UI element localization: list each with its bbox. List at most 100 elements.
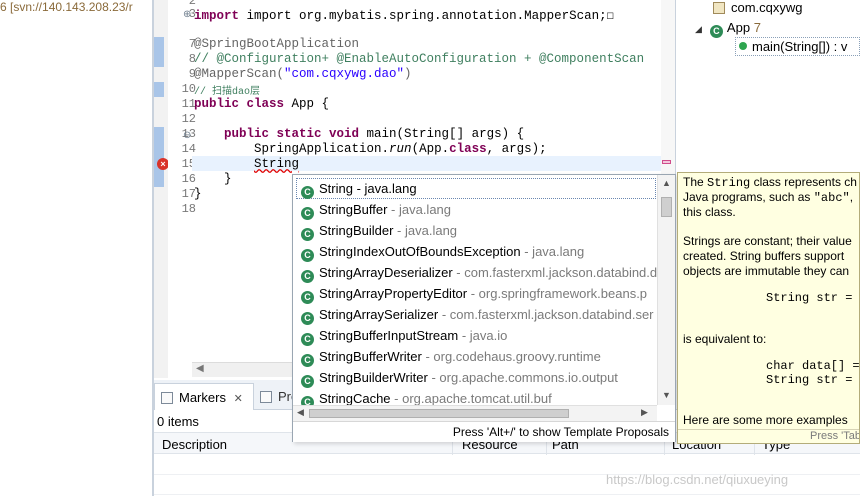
line-number: 7 (188, 37, 196, 51)
class-icon: C (301, 249, 314, 262)
proposal-name: StringBufferWriter (319, 349, 422, 364)
typed-text-error: String (254, 157, 300, 171)
method-signature: main(String[]) : v (752, 39, 848, 54)
scroll-right-icon[interactable]: ▶ (641, 407, 648, 418)
proposal-item[interactable]: C StringBuffer - java.lang (301, 199, 657, 220)
line-number: 3 (188, 7, 196, 21)
column-description[interactable]: Description (162, 437, 227, 452)
code-line-class-decl: public class App { (194, 97, 329, 111)
public-method-icon (739, 42, 747, 50)
proposal-package: - java.lang (393, 223, 458, 238)
line-number-gutter: 2 3 7 8 9 10 11 12 13 14 15 16 17 18 (168, 0, 196, 378)
doc-code: "abc" (813, 191, 850, 205)
proposal-package: - java.lang (387, 202, 452, 217)
proposal-list[interactable]: C String - java.lang C StringBuffer - java… (293, 175, 657, 421)
proposal-item[interactable]: C StringBufferInputStream - java.io (301, 325, 657, 346)
svn-path-label: 6 [svn://140.143.208.23/r (0, 0, 133, 14)
scroll-left-icon[interactable]: ◀ (297, 407, 304, 418)
proposal-item[interactable]: C StringBuilderWriter - org.apache.common… (301, 367, 657, 388)
brace: } (224, 172, 232, 186)
doc-text: Java programs, such as (683, 190, 814, 204)
code-line-current[interactable]: String (194, 157, 299, 171)
tab-markers-label: Markers (179, 390, 226, 405)
scroll-down-icon[interactable]: ▼ (662, 390, 671, 400)
code-line-main-decl: public static void main(String[] args) { (194, 127, 524, 141)
javadoc-line: Strings are constant; their value (683, 234, 852, 248)
javadoc-line: this class. (683, 205, 736, 219)
line-number: 16 (181, 172, 196, 186)
doc-text: , (849, 190, 854, 204)
proposal-horizontal-scrollbar[interactable]: ◀ ▶ (293, 405, 657, 421)
proposal-item[interactable]: C StringIndexOutOfBoundsException - java.… (301, 241, 657, 262)
proposal-item[interactable]: C StringArraySerializer - com.fasterxml.j… (301, 304, 657, 325)
close-icon[interactable]: ✕ (234, 393, 243, 405)
code-line-run: SpringApplication.run(App.class, args); (194, 142, 547, 156)
run-method: run (389, 142, 412, 156)
line-number: 17 (181, 187, 196, 201)
line-number: 10 (181, 82, 196, 96)
keyword: class (449, 142, 487, 156)
proposal-item[interactable]: C StringBufferWriter - org.codehaus.groov… (301, 346, 657, 367)
proposal-item[interactable]: C StringArrayDeserializer - com.fasterxml… (301, 262, 657, 283)
class-icon: C (301, 270, 314, 283)
class-decl-text: App { (284, 97, 330, 111)
proposal-item[interactable]: C String - java.lang (301, 178, 657, 199)
line-number: 14 (181, 142, 196, 156)
scrollbar-thumb[interactable] (661, 197, 672, 217)
proposal-package: - java.lang (520, 244, 585, 259)
class-icon: C (301, 207, 314, 220)
class-icon: C (301, 312, 314, 325)
content-assist-popup[interactable]: C String - java.lang C StringBuffer - java… (292, 174, 676, 442)
class-icon: C (301, 186, 314, 199)
outline-package[interactable]: com.cqxywg (713, 0, 803, 15)
line-number: 9 (188, 67, 196, 81)
scroll-left-icon[interactable]: ◀ (196, 363, 204, 374)
scroll-up-icon[interactable]: ▲ (662, 178, 671, 188)
package-name: com.cqxywg (731, 0, 803, 15)
line-number: 12 (181, 112, 196, 126)
code-line-comment: // @Configuration+ @EnableAutoConfigurat… (194, 52, 645, 66)
outline-class[interactable]: ◢ C App 7 (695, 20, 761, 38)
proposal-package: - org.apache.tomcat.util.buf (390, 391, 552, 406)
class-icon: C (301, 228, 314, 241)
javadoc-hover[interactable]: The String class represents ch Java prog… (677, 172, 860, 444)
code-line-annotation: @SpringBootApplication (194, 37, 360, 51)
proposal-name: StringBufferInputStream (319, 328, 459, 343)
change-marker (154, 82, 164, 97)
annotation-close: ) (404, 67, 412, 81)
outline-view: com.cqxywg ◢ C App 7 main(String[]) : v (677, 0, 860, 172)
proposal-name: StringArraySerializer (319, 307, 439, 322)
string-literal: "com.cqxywg.dao" (284, 67, 405, 81)
proposal-item[interactable]: C StringBuilder - java.lang (301, 220, 657, 241)
javadoc-line: is equivalent to: (683, 332, 767, 346)
package-icon (713, 2, 725, 14)
class-icon: C (301, 375, 314, 388)
proposal-item[interactable]: C StringArrayPropertyEditor - org.springf… (301, 283, 657, 304)
proposal-name: StringBuilder (319, 223, 394, 238)
tab-markers[interactable]: Markers ✕ (154, 383, 254, 410)
error-overview-mark[interactable] (662, 160, 671, 164)
javadoc-code: char data[] = (766, 359, 860, 373)
change-marker (154, 37, 164, 67)
javadoc-line: Here are some more examples (683, 413, 848, 427)
run-mid: (App. (411, 142, 450, 156)
proposal-name: StringCache (319, 391, 391, 406)
line-number: 13 (181, 127, 196, 141)
main-decl-text: main(String[] args) { (359, 127, 525, 141)
code-line-import: import import org.mybatis.spring.annotat… (194, 7, 614, 23)
items-count: 0 items (157, 414, 199, 429)
fold-expand-icon[interactable]: ⊕ (183, 9, 191, 20)
proposal-package: - java.io (458, 328, 508, 343)
keyword: public class (194, 97, 285, 111)
markers-icon (161, 392, 173, 404)
proposal-vertical-scrollbar[interactable]: ▲ ▼ (657, 175, 675, 405)
javadoc-line: The String class represents ch (683, 175, 857, 191)
outline-method[interactable]: main(String[]) : v (739, 39, 847, 54)
class-icon: C (301, 291, 314, 304)
proposal-name: StringArrayPropertyEditor (319, 286, 468, 301)
fold-collapse-icon[interactable]: ⊖ (183, 130, 191, 141)
proposal-name: StringArrayDeserializer (319, 265, 453, 280)
proposal-package: - com.fasterxml.jackson.databind.d (452, 265, 657, 280)
scrollbar-thumb[interactable] (309, 409, 569, 418)
expand-arrow-icon[interactable]: ◢ (695, 24, 702, 34)
